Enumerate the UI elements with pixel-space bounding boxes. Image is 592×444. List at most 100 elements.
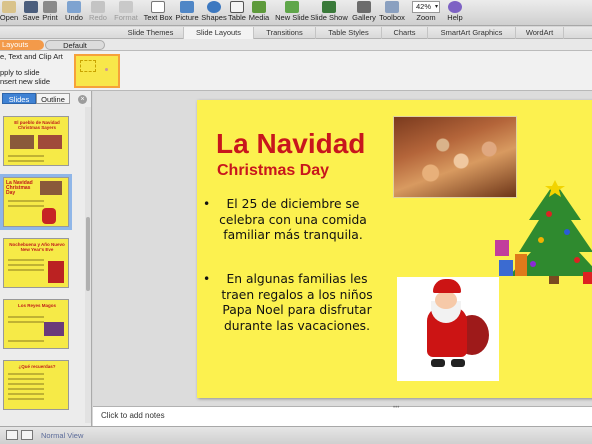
save-button[interactable]: Save xyxy=(22,0,40,26)
default-design-button[interactable]: Default Design xyxy=(45,40,105,60)
slide-thumbnail[interactable]: ¿Qué recuerdas? xyxy=(3,360,69,410)
print-button[interactable]: Print xyxy=(41,0,59,26)
thumbnail-title: La Navidad Christmas Day xyxy=(6,180,33,196)
slide[interactable]: La Navidad Christmas Day • El 25 de dici… xyxy=(197,100,592,398)
thumbnail-text xyxy=(8,269,44,271)
new-slide-button[interactable]: New Slide xyxy=(275,0,309,26)
thumbnail-scrollbar[interactable] xyxy=(85,107,91,423)
help-button[interactable]: Help xyxy=(446,0,464,26)
layout-strip: Layouts Default Design xyxy=(0,39,592,60)
bullet-text: En algunas familias les traen regalos a … xyxy=(221,272,373,333)
tab-wordart[interactable]: WordArt xyxy=(516,27,564,39)
help-label: Help xyxy=(447,13,463,22)
slide-thumbnail-list: El pueblo de Navidad Christmas Sayers La… xyxy=(0,107,84,426)
new-slide-icon xyxy=(285,1,299,13)
slides-panel: Slides Outline × El pueblo de Navidad Ch… xyxy=(0,91,92,426)
thumbnail-text xyxy=(8,373,44,375)
bullet-dot: • xyxy=(203,197,211,211)
picture-button[interactable]: Picture xyxy=(174,0,200,26)
normal-view-icon[interactable] xyxy=(6,430,18,440)
ornament xyxy=(564,229,570,235)
tab-slides[interactable]: Slides xyxy=(2,93,36,104)
slide-subtitle[interactable]: Christmas Day xyxy=(217,162,329,180)
layouts-button[interactable]: Layouts xyxy=(0,40,44,50)
slide-show-icon xyxy=(322,1,336,13)
tab-slide-themes[interactable]: Slide Themes xyxy=(118,27,184,39)
slide-thumbnail[interactable]: La Navidad Christmas Day xyxy=(3,177,69,227)
toolbox-label: Toolbox xyxy=(379,13,405,22)
thumbnail-title: El pueblo de Navidad Christmas Sayers xyxy=(14,120,60,130)
thumbnail-picture xyxy=(10,135,34,149)
layout-thumbnail[interactable] xyxy=(74,54,120,88)
layout-option-name: e, Text and Clip Art xyxy=(0,52,63,61)
toolbox-button[interactable]: Toolbox xyxy=(378,0,406,26)
tab-smartart-graphics[interactable]: SmartArt Graphics xyxy=(428,27,516,39)
notes-pane[interactable]: ••• Click to add notes xyxy=(93,405,592,426)
undo-button[interactable]: Undo xyxy=(64,0,84,26)
thumbnail-picture xyxy=(38,135,62,149)
tab-transitions[interactable]: Transitions xyxy=(254,27,316,39)
slide-thumbnail[interactable]: Nochebuena y Año Nuevo New Year's Eve xyxy=(3,238,69,288)
gift-box xyxy=(515,254,527,276)
close-icon[interactable]: × xyxy=(78,95,87,104)
thumbnail-text xyxy=(8,398,44,400)
table-icon xyxy=(230,1,244,13)
slide-thumbnail[interactable]: El pueblo de Navidad Christmas Sayers xyxy=(3,116,69,166)
gallery-button[interactable]: Gallery xyxy=(352,0,376,26)
zoom-control[interactable]: 42% ▾ Zoom xyxy=(410,0,442,26)
notes-placeholder[interactable]: Click to add notes xyxy=(101,411,165,420)
shapes-icon xyxy=(207,1,221,13)
slide-sorter-icon[interactable] xyxy=(21,430,33,440)
thumbnail-text xyxy=(8,259,44,261)
bullet-2[interactable]: • En algunas familias les traen regalos … xyxy=(203,272,377,334)
layout-gallery: e, Text and Clip Art pply to slide nsert… xyxy=(0,51,592,91)
zoom-input[interactable]: 42% ▾ xyxy=(412,1,440,13)
open-icon xyxy=(2,1,16,13)
shapes-button[interactable]: Shapes xyxy=(201,0,227,26)
format-label: Format xyxy=(114,13,138,22)
media-button[interactable]: Media xyxy=(248,0,270,26)
thumbnail-text xyxy=(8,160,44,162)
redo-button[interactable]: Redo xyxy=(88,0,108,26)
santa-boot xyxy=(451,359,465,367)
resize-grip-icon[interactable]: ••• xyxy=(393,405,399,411)
print-label: Print xyxy=(42,13,58,22)
thumbnail-text xyxy=(8,321,44,323)
gallery-label: Gallery xyxy=(352,13,376,22)
santa-face xyxy=(435,291,457,309)
thumbnail-text xyxy=(8,264,44,266)
santa-hat xyxy=(433,279,461,293)
table-button[interactable]: Table xyxy=(228,0,246,26)
gift-box xyxy=(499,260,513,276)
slide-title[interactable]: La Navidad xyxy=(216,128,365,160)
tab-charts[interactable]: Charts xyxy=(382,27,428,39)
undo-icon xyxy=(67,1,81,13)
tab-slide-layouts[interactable]: Slide Layouts xyxy=(184,27,254,39)
christmas-tree-image[interactable] xyxy=(493,180,592,288)
format-button[interactable]: Format xyxy=(114,0,138,26)
gift-box xyxy=(583,272,592,284)
thumbnail-text xyxy=(8,388,44,390)
picture-label: Picture xyxy=(175,13,199,22)
redo-label: Redo xyxy=(89,13,107,22)
open-button[interactable]: Open xyxy=(0,0,18,26)
placeholder-dot xyxy=(105,68,108,71)
tab-outline[interactable]: Outline xyxy=(36,93,70,104)
tab-table-styles[interactable]: Table Styles xyxy=(316,27,382,39)
thumbnail-text xyxy=(8,205,44,207)
picture-icon xyxy=(180,1,194,13)
thumbnail-text xyxy=(8,378,44,380)
save-label: Save xyxy=(22,13,40,22)
bullet-1[interactable]: • El 25 de diciembre se celebra con una … xyxy=(203,197,369,244)
insert-new-slide-option[interactable]: nsert new slide xyxy=(0,77,50,87)
santa-claus-image[interactable] xyxy=(397,277,499,381)
shapes-label: Shapes xyxy=(201,13,227,22)
slide-thumbnail[interactable]: Los Reyes Magos xyxy=(3,299,69,349)
table-label: Table xyxy=(228,13,246,22)
slide-show-button[interactable]: Slide Show xyxy=(310,0,348,26)
toolbox-icon xyxy=(385,1,399,13)
zoom-label: Zoom xyxy=(416,13,436,22)
text-box-button[interactable]: Text Box xyxy=(144,0,172,26)
scrollbar-thumb[interactable] xyxy=(86,217,90,291)
ornament xyxy=(530,261,536,267)
